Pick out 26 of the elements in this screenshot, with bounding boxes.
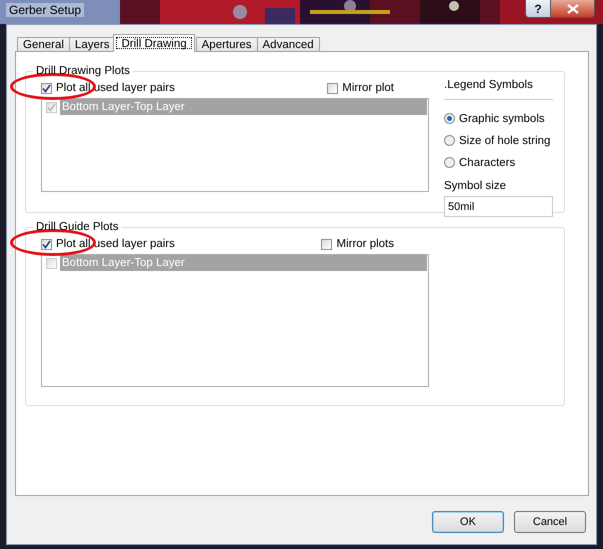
radio-label: Size of hole string <box>459 134 550 146</box>
checkbox-label: Mirror plot <box>342 82 394 94</box>
tab[interactable]: Advanced <box>256 37 320 52</box>
radio-label: Graphic symbols <box>459 112 545 124</box>
checkbox[interactable] <box>46 102 57 112</box>
help-button[interactable]: ? <box>525 0 551 18</box>
field-label: Symbol size <box>444 179 507 194</box>
checkbox-label: Mirror plots <box>336 238 394 250</box>
dialog-button[interactable]: Cancel <box>514 511 586 533</box>
dialog-button[interactable]: OK <box>432 511 504 533</box>
close-button[interactable] <box>551 0 595 18</box>
close-icon <box>566 4 578 14</box>
window-title: Gerber Setup <box>6 3 84 17</box>
radio-button[interactable] <box>444 113 455 124</box>
radio-button[interactable] <box>444 135 455 146</box>
tab[interactable]: Drill Drawing <box>113 34 195 52</box>
tab[interactable]: Apertures <box>196 37 258 52</box>
radio-label: Characters <box>459 156 516 168</box>
checkbox[interactable] <box>327 82 338 94</box>
section-title: .Legend Symbols <box>444 76 553 100</box>
radio-button[interactable] <box>444 157 455 168</box>
symbol-size-field[interactable]: 50mil <box>444 196 553 217</box>
checkbox[interactable] <box>321 238 332 250</box>
checkbox[interactable] <box>41 238 52 250</box>
checkbox[interactable] <box>41 82 52 94</box>
tab[interactable]: General <box>17 37 70 52</box>
